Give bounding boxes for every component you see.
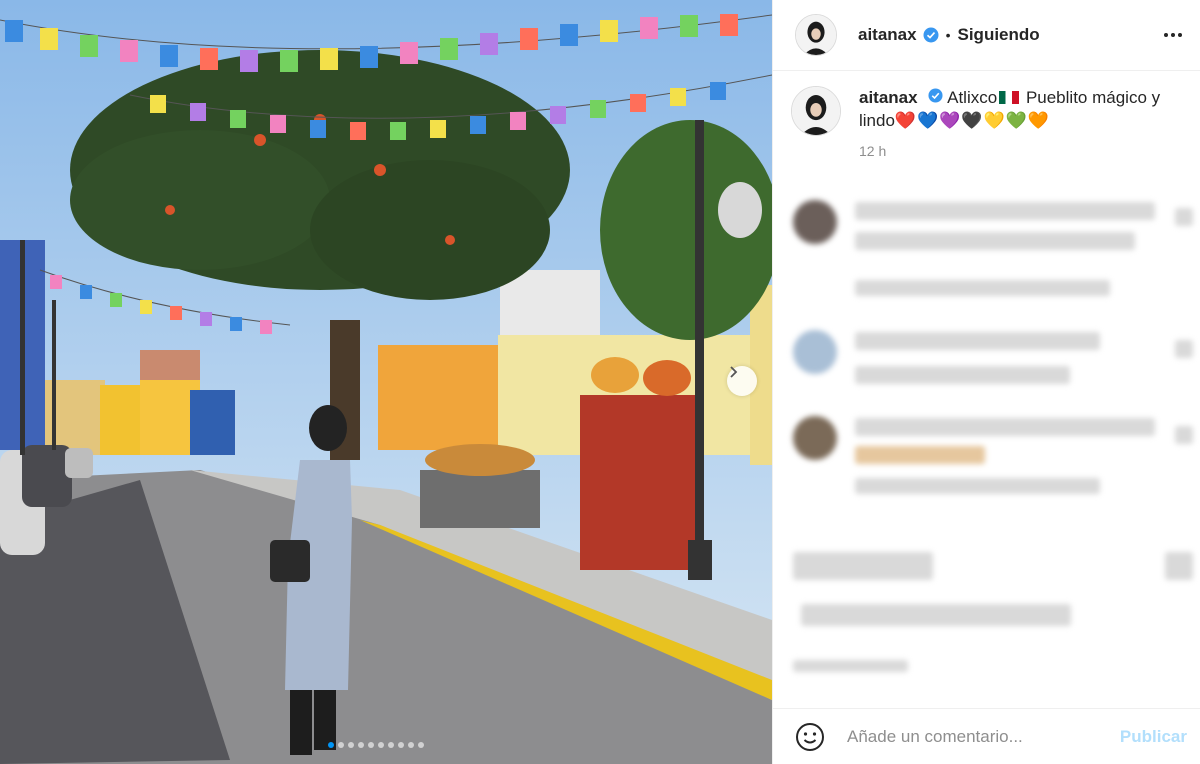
comment-blurred-line: [855, 202, 1155, 220]
more-options-icon[interactable]: [1162, 27, 1184, 43]
publish-button[interactable]: Publicar: [1120, 727, 1187, 747]
avatar-photo: [796, 15, 836, 55]
caption-body: aitanax Atlixco Pueblito mágico y lindo❤…: [859, 86, 1191, 163]
caption-author-avatar[interactable]: [791, 86, 841, 136]
post-photo[interactable]: [0, 0, 772, 764]
comment-avatar: [793, 416, 837, 460]
caption-hearts: ❤️💙💜🖤💛💚🧡: [894, 111, 1051, 130]
author-avatar[interactable]: [795, 14, 837, 56]
post-timestamp[interactable]: 12 h: [859, 140, 1191, 163]
carousel-indicator: [328, 742, 424, 748]
like-icon: [1175, 340, 1193, 358]
comments-list: [773, 190, 1200, 690]
like-icon: [1175, 426, 1193, 444]
avatar-photo: [792, 87, 840, 135]
carousel-dot: [358, 742, 364, 748]
carousel-dot: [378, 742, 384, 748]
following-button[interactable]: Siguiendo: [958, 25, 1040, 45]
smiley-emoji-icon[interactable]: [795, 722, 825, 752]
comment-blurred-line: [855, 418, 1155, 436]
post-caption: aitanax Atlixco Pueblito mágico y lindo❤…: [791, 86, 1191, 163]
author-username[interactable]: aitanax: [858, 25, 917, 45]
carousel-next-button[interactable]: [727, 366, 757, 396]
carousel-dot: [388, 742, 394, 748]
comment-blurred-line: [855, 478, 1100, 494]
header-separator: •: [945, 27, 951, 43]
action-icons-blurred: [793, 552, 933, 580]
carousel-dot: [398, 742, 404, 748]
carousel-dot: [338, 742, 344, 748]
comment-avatar: [793, 330, 837, 374]
photo-street-scene: [0, 0, 772, 764]
comment-input[interactable]: [847, 726, 1097, 747]
comment-blurred-line: [855, 446, 985, 464]
post-header: aitanax • Siguiendo: [773, 0, 1200, 71]
carousel-dot: [348, 742, 354, 748]
comment-blurred-line: [855, 280, 1110, 296]
verified-badge-icon: [928, 88, 943, 103]
carousel-dot: [368, 742, 374, 748]
chevron-right-icon: [730, 366, 738, 378]
carousel-dot: [418, 742, 424, 748]
verified-badge-icon: [923, 27, 939, 43]
comment-avatar: [793, 200, 837, 244]
post-side-panel: aitanax • Siguiendo aitanax Atlixco Pueb…: [772, 0, 1200, 764]
caption-place: Atlixco: [947, 88, 998, 107]
comment-blurred-line: [855, 366, 1070, 384]
carousel-dot: [408, 742, 414, 748]
carousel-dot: [328, 742, 334, 748]
date-blurred: [793, 660, 908, 672]
comment-blurred-line: [855, 332, 1100, 350]
like-icon: [1175, 208, 1193, 226]
save-icon-blurred: [1165, 552, 1193, 580]
caption-username[interactable]: aitanax: [859, 88, 918, 107]
comment-bar: Publicar: [773, 708, 1200, 764]
likes-blurred: [801, 604, 1071, 626]
mexico-flag-icon: [999, 91, 1020, 104]
comment-blurred-line: [855, 232, 1135, 250]
